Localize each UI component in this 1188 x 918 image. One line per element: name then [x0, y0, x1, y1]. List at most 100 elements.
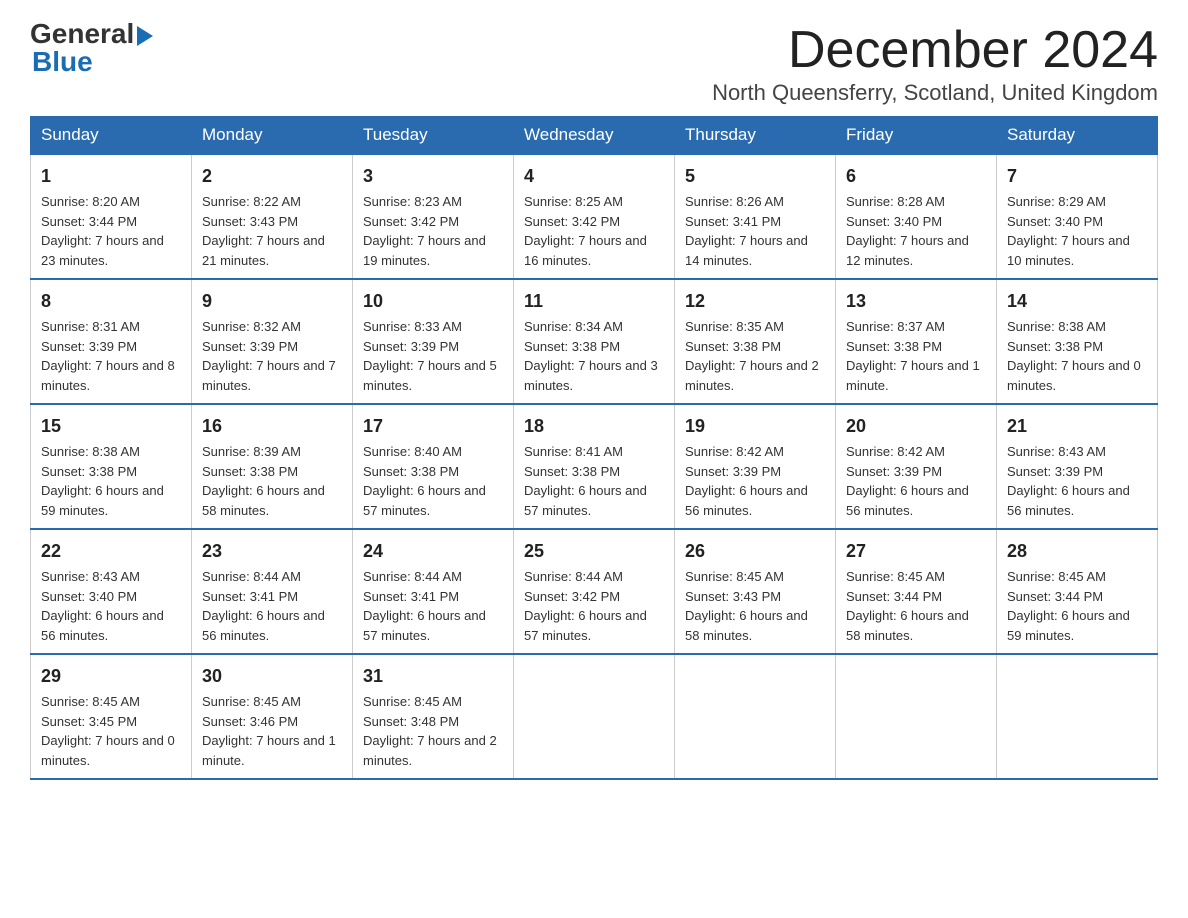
calendar-cell: 27 Sunrise: 8:45 AM Sunset: 3:44 PM Dayl… [836, 529, 997, 654]
calendar-cell: 23 Sunrise: 8:44 AM Sunset: 3:41 PM Dayl… [192, 529, 353, 654]
day-number: 9 [202, 288, 342, 315]
day-number: 23 [202, 538, 342, 565]
day-info: Sunrise: 8:29 AM Sunset: 3:40 PM Dayligh… [1007, 194, 1130, 268]
day-info: Sunrise: 8:28 AM Sunset: 3:40 PM Dayligh… [846, 194, 969, 268]
day-info: Sunrise: 8:44 AM Sunset: 3:41 PM Dayligh… [202, 569, 325, 643]
calendar-header-row: Sunday Monday Tuesday Wednesday Thursday… [31, 117, 1158, 155]
day-number: 24 [363, 538, 503, 565]
calendar-cell: 5 Sunrise: 8:26 AM Sunset: 3:41 PM Dayli… [675, 154, 836, 279]
day-number: 30 [202, 663, 342, 690]
calendar-cell: 6 Sunrise: 8:28 AM Sunset: 3:40 PM Dayli… [836, 154, 997, 279]
day-number: 18 [524, 413, 664, 440]
day-number: 6 [846, 163, 986, 190]
calendar-cell: 20 Sunrise: 8:42 AM Sunset: 3:39 PM Dayl… [836, 404, 997, 529]
day-number: 12 [685, 288, 825, 315]
logo-general-text: General [30, 20, 134, 48]
calendar-cell: 3 Sunrise: 8:23 AM Sunset: 3:42 PM Dayli… [353, 154, 514, 279]
day-info: Sunrise: 8:38 AM Sunset: 3:38 PM Dayligh… [41, 444, 164, 518]
day-info: Sunrise: 8:45 AM Sunset: 3:48 PM Dayligh… [363, 694, 497, 768]
calendar-cell: 4 Sunrise: 8:25 AM Sunset: 3:42 PM Dayli… [514, 154, 675, 279]
calendar-title: December 2024 [712, 20, 1158, 80]
calendar-cell: 16 Sunrise: 8:39 AM Sunset: 3:38 PM Dayl… [192, 404, 353, 529]
header-sunday: Sunday [31, 117, 192, 155]
calendar-table: Sunday Monday Tuesday Wednesday Thursday… [30, 116, 1158, 780]
title-section: December 2024 North Queensferry, Scotlan… [712, 20, 1158, 106]
calendar-cell: 11 Sunrise: 8:34 AM Sunset: 3:38 PM Dayl… [514, 279, 675, 404]
calendar-subtitle: North Queensferry, Scotland, United King… [712, 80, 1158, 106]
day-number: 20 [846, 413, 986, 440]
day-info: Sunrise: 8:22 AM Sunset: 3:43 PM Dayligh… [202, 194, 325, 268]
calendar-cell: 15 Sunrise: 8:38 AM Sunset: 3:38 PM Dayl… [31, 404, 192, 529]
calendar-week-3: 15 Sunrise: 8:38 AM Sunset: 3:38 PM Dayl… [31, 404, 1158, 529]
day-info: Sunrise: 8:20 AM Sunset: 3:44 PM Dayligh… [41, 194, 164, 268]
logo: General Blue [30, 20, 153, 76]
day-number: 29 [41, 663, 181, 690]
day-info: Sunrise: 8:44 AM Sunset: 3:41 PM Dayligh… [363, 569, 486, 643]
logo-arrow-icon [137, 26, 153, 46]
day-info: Sunrise: 8:33 AM Sunset: 3:39 PM Dayligh… [363, 319, 497, 393]
calendar-cell: 25 Sunrise: 8:44 AM Sunset: 3:42 PM Dayl… [514, 529, 675, 654]
calendar-cell: 9 Sunrise: 8:32 AM Sunset: 3:39 PM Dayli… [192, 279, 353, 404]
day-info: Sunrise: 8:44 AM Sunset: 3:42 PM Dayligh… [524, 569, 647, 643]
day-number: 21 [1007, 413, 1147, 440]
day-number: 3 [363, 163, 503, 190]
day-info: Sunrise: 8:45 AM Sunset: 3:45 PM Dayligh… [41, 694, 175, 768]
calendar-cell: 1 Sunrise: 8:20 AM Sunset: 3:44 PM Dayli… [31, 154, 192, 279]
day-info: Sunrise: 8:34 AM Sunset: 3:38 PM Dayligh… [524, 319, 658, 393]
calendar-cell: 2 Sunrise: 8:22 AM Sunset: 3:43 PM Dayli… [192, 154, 353, 279]
day-info: Sunrise: 8:45 AM Sunset: 3:43 PM Dayligh… [685, 569, 808, 643]
calendar-cell: 7 Sunrise: 8:29 AM Sunset: 3:40 PM Dayli… [997, 154, 1158, 279]
calendar-cell [997, 654, 1158, 779]
calendar-week-5: 29 Sunrise: 8:45 AM Sunset: 3:45 PM Dayl… [31, 654, 1158, 779]
day-number: 8 [41, 288, 181, 315]
calendar-cell: 12 Sunrise: 8:35 AM Sunset: 3:38 PM Dayl… [675, 279, 836, 404]
day-info: Sunrise: 8:31 AM Sunset: 3:39 PM Dayligh… [41, 319, 175, 393]
calendar-cell: 29 Sunrise: 8:45 AM Sunset: 3:45 PM Dayl… [31, 654, 192, 779]
calendar-week-1: 1 Sunrise: 8:20 AM Sunset: 3:44 PM Dayli… [31, 154, 1158, 279]
day-info: Sunrise: 8:43 AM Sunset: 3:40 PM Dayligh… [41, 569, 164, 643]
day-info: Sunrise: 8:25 AM Sunset: 3:42 PM Dayligh… [524, 194, 647, 268]
day-number: 27 [846, 538, 986, 565]
calendar-cell: 26 Sunrise: 8:45 AM Sunset: 3:43 PM Dayl… [675, 529, 836, 654]
calendar-cell: 30 Sunrise: 8:45 AM Sunset: 3:46 PM Dayl… [192, 654, 353, 779]
calendar-cell [514, 654, 675, 779]
day-info: Sunrise: 8:40 AM Sunset: 3:38 PM Dayligh… [363, 444, 486, 518]
header-monday: Monday [192, 117, 353, 155]
calendar-cell: 31 Sunrise: 8:45 AM Sunset: 3:48 PM Dayl… [353, 654, 514, 779]
header-tuesday: Tuesday [353, 117, 514, 155]
header-friday: Friday [836, 117, 997, 155]
calendar-cell: 10 Sunrise: 8:33 AM Sunset: 3:39 PM Dayl… [353, 279, 514, 404]
day-number: 7 [1007, 163, 1147, 190]
logo-blue-text: Blue [32, 48, 153, 76]
day-info: Sunrise: 8:32 AM Sunset: 3:39 PM Dayligh… [202, 319, 336, 393]
day-number: 19 [685, 413, 825, 440]
day-info: Sunrise: 8:39 AM Sunset: 3:38 PM Dayligh… [202, 444, 325, 518]
calendar-cell: 8 Sunrise: 8:31 AM Sunset: 3:39 PM Dayli… [31, 279, 192, 404]
day-number: 5 [685, 163, 825, 190]
day-info: Sunrise: 8:42 AM Sunset: 3:39 PM Dayligh… [846, 444, 969, 518]
day-number: 17 [363, 413, 503, 440]
calendar-cell: 21 Sunrise: 8:43 AM Sunset: 3:39 PM Dayl… [997, 404, 1158, 529]
day-number: 26 [685, 538, 825, 565]
day-info: Sunrise: 8:23 AM Sunset: 3:42 PM Dayligh… [363, 194, 486, 268]
day-info: Sunrise: 8:35 AM Sunset: 3:38 PM Dayligh… [685, 319, 819, 393]
day-info: Sunrise: 8:45 AM Sunset: 3:46 PM Dayligh… [202, 694, 336, 768]
day-number: 11 [524, 288, 664, 315]
day-info: Sunrise: 8:43 AM Sunset: 3:39 PM Dayligh… [1007, 444, 1130, 518]
calendar-cell [836, 654, 997, 779]
header-wednesday: Wednesday [514, 117, 675, 155]
calendar-cell [675, 654, 836, 779]
day-info: Sunrise: 8:45 AM Sunset: 3:44 PM Dayligh… [1007, 569, 1130, 643]
calendar-week-4: 22 Sunrise: 8:43 AM Sunset: 3:40 PM Dayl… [31, 529, 1158, 654]
day-number: 1 [41, 163, 181, 190]
day-info: Sunrise: 8:41 AM Sunset: 3:38 PM Dayligh… [524, 444, 647, 518]
day-number: 22 [41, 538, 181, 565]
day-number: 31 [363, 663, 503, 690]
day-info: Sunrise: 8:38 AM Sunset: 3:38 PM Dayligh… [1007, 319, 1141, 393]
day-number: 10 [363, 288, 503, 315]
header-thursday: Thursday [675, 117, 836, 155]
page-header: General Blue December 2024 North Queensf… [30, 20, 1158, 106]
day-number: 25 [524, 538, 664, 565]
day-info: Sunrise: 8:45 AM Sunset: 3:44 PM Dayligh… [846, 569, 969, 643]
calendar-cell: 28 Sunrise: 8:45 AM Sunset: 3:44 PM Dayl… [997, 529, 1158, 654]
